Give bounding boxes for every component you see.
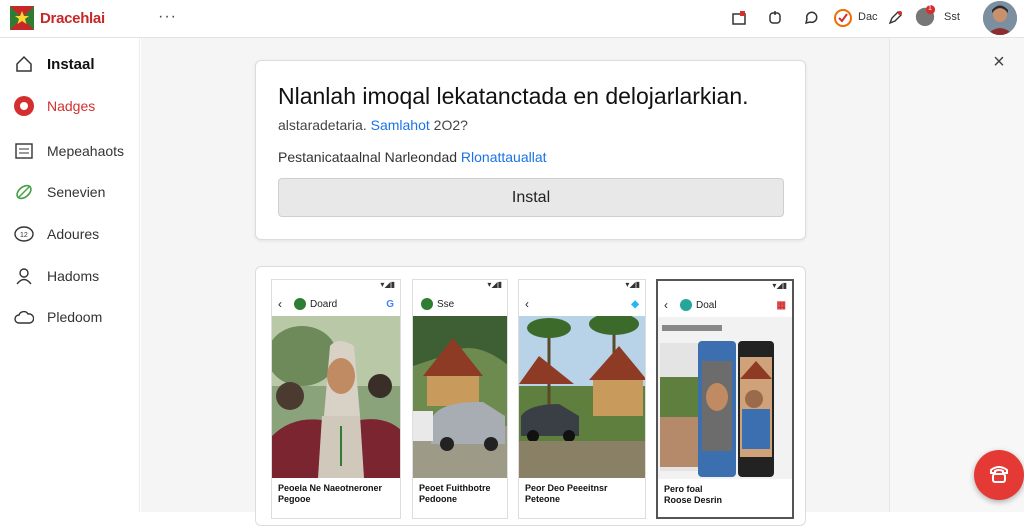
screen-app-name: Doal bbox=[696, 299, 717, 311]
caption-line-2: Pedoone bbox=[419, 494, 458, 504]
subtitle-suffix: 2O2? bbox=[433, 117, 468, 133]
developer-link[interactable]: Samlahot bbox=[371, 117, 430, 133]
chat-bubble-icon: 12 bbox=[13, 223, 35, 245]
sidebar-item-label: Adoures bbox=[47, 226, 100, 242]
sidebar-item-label: Instaal bbox=[47, 55, 95, 73]
notification-badge: 1 bbox=[928, 5, 932, 12]
share-icon[interactable] bbox=[764, 7, 786, 29]
screenshot-photo bbox=[272, 316, 400, 478]
install-card: Nlanlah imoqal lekatanctada en delojarla… bbox=[255, 60, 806, 240]
app-logo[interactable]: Dracehlai bbox=[10, 6, 105, 30]
sidebar-item-label: Senevien bbox=[47, 184, 106, 200]
screenshot-caption: Peoela Ne Naeotneroner Pegooe bbox=[278, 483, 382, 505]
menu-icon[interactable]: ▦ bbox=[777, 300, 786, 311]
status-bar: ▾◢▮ bbox=[487, 280, 502, 289]
status-bar: ▾◢▮ bbox=[625, 280, 640, 289]
app-badge-icon bbox=[680, 299, 692, 311]
notification-icon[interactable] bbox=[728, 7, 750, 29]
back-icon[interactable]: ‹ bbox=[278, 297, 282, 311]
screenshot-caption: Pero foal Roose Desrin bbox=[664, 484, 722, 506]
share-icon[interactable]: ◆ bbox=[631, 299, 639, 310]
app-description: Pestanicataalnal Narleondad Rlonattauall… bbox=[278, 149, 547, 165]
screenshot-caption: Peor Deo Peeeitnsr Peteone bbox=[525, 483, 608, 505]
status-bar: ▾◢▮ bbox=[772, 281, 787, 290]
google-icon: G bbox=[386, 298, 394, 310]
timer-icon[interactable] bbox=[832, 7, 854, 29]
call-fab-button[interactable] bbox=[974, 450, 1024, 500]
record-icon bbox=[13, 95, 35, 117]
top-bar: Dracehlai ··· Dac 1 Sst bbox=[0, 0, 1024, 38]
logo-mark-icon bbox=[10, 6, 34, 30]
subtitle-prefix: alstaradetaria. bbox=[278, 117, 367, 133]
svg-text:12: 12 bbox=[20, 232, 28, 239]
caption-line-2: Pegooe bbox=[278, 494, 311, 504]
app-subtitle: alstaradetaria. Samlahot 2O2? bbox=[278, 117, 468, 133]
screen-app-name: Sse bbox=[437, 298, 455, 310]
desc-prefix: Pestanicataalnal Narleondad bbox=[278, 149, 458, 165]
caption-line-1: Peoet Fuithbotre bbox=[419, 483, 491, 493]
app-badge-icon bbox=[294, 298, 306, 310]
screen-app-name: Doard bbox=[310, 298, 338, 310]
more-menu-icon[interactable]: ··· bbox=[158, 8, 177, 26]
app-header: ‹ Doal ▦ bbox=[658, 293, 792, 317]
timer-label: Dac bbox=[858, 11, 878, 23]
grid-icon bbox=[13, 140, 35, 162]
sidebar-item-pledoom[interactable]: Pledoom bbox=[0, 299, 140, 335]
person-icon bbox=[13, 265, 35, 287]
phone-icon bbox=[986, 460, 1012, 491]
app-header: ‹ ◆ bbox=[519, 292, 645, 316]
pen-icon[interactable] bbox=[884, 7, 906, 29]
app-badge-icon bbox=[421, 298, 433, 310]
screenshot-gallery: ▾◢▮ ‹ Doard G Peoela Ne Naeotneroner Peg… bbox=[255, 266, 806, 526]
screenshot-caption: Peoet Fuithbotre Pedoone bbox=[419, 483, 491, 505]
caption-line-1: Peoela Ne Naeotneroner bbox=[278, 483, 383, 493]
screenshot-photo bbox=[658, 317, 792, 479]
app-header: Sse bbox=[413, 292, 507, 316]
home-icon bbox=[13, 53, 35, 75]
app-header: ‹ Doard G bbox=[272, 292, 400, 316]
back-icon[interactable]: ‹ bbox=[664, 298, 668, 312]
back-icon[interactable]: ‹ bbox=[525, 297, 529, 311]
caption-line-2: Roose Desrin bbox=[664, 495, 723, 505]
cloud-icon bbox=[13, 306, 35, 328]
close-icon[interactable]: × bbox=[990, 52, 1008, 72]
sidebar-item-label: Pledoom bbox=[47, 309, 103, 325]
user-status-icon[interactable] bbox=[914, 5, 936, 27]
sidebar-item-mepeahaots[interactable]: Mepeahaots bbox=[0, 133, 140, 169]
screenshot-4[interactable]: ▾◢▮ ‹ Doal ▦ Pero foal Roose Desrin bbox=[656, 279, 794, 519]
caption-line-1: Peor Deo Peeeitnsr bbox=[525, 483, 608, 493]
screenshot-photo bbox=[413, 316, 507, 478]
page-title: Nlanlah imoqal lekatanctada en delojarla… bbox=[278, 83, 749, 109]
status-label: Sst bbox=[944, 11, 960, 23]
caption-line-1: Pero foal bbox=[664, 484, 703, 494]
screenshot-photo bbox=[519, 316, 645, 478]
screenshot-1[interactable]: ▾◢▮ ‹ Doard G Peoela Ne Naeotneroner Peg… bbox=[271, 279, 401, 519]
sidebar-item-adoures[interactable]: 12 Adoures bbox=[0, 216, 140, 252]
screenshot-2[interactable]: ▾◢▮ Sse Peoet Fuithbotre Pedoone bbox=[412, 279, 508, 519]
avatar[interactable] bbox=[983, 1, 1017, 35]
status-bar: ▾◢▮ bbox=[380, 280, 395, 289]
sidebar-item-install[interactable]: Instaal bbox=[0, 46, 140, 82]
right-panel bbox=[889, 38, 1024, 512]
sidebar-item-senevien[interactable]: Senevien bbox=[0, 174, 140, 210]
sidebar: Instaal Nadges Mepeahaots Senevien 12 Ad… bbox=[0, 38, 140, 512]
install-button[interactable]: Instal bbox=[278, 178, 784, 217]
app-title: Dracehlai bbox=[40, 9, 105, 27]
leaf-icon bbox=[13, 181, 35, 203]
sidebar-item-label: Nadges bbox=[47, 98, 96, 114]
chat-icon[interactable] bbox=[800, 7, 822, 29]
sidebar-item-hadoms[interactable]: Hadoms bbox=[0, 258, 140, 294]
desc-link[interactable]: Rlonattauallat bbox=[461, 149, 547, 165]
sidebar-item-nadges[interactable]: Nadges bbox=[0, 88, 140, 124]
sidebar-item-label: Hadoms bbox=[47, 268, 100, 284]
screenshot-3[interactable]: ▾◢▮ ‹ ◆ Peor Deo Peeeitnsr Peteone bbox=[518, 279, 646, 519]
sidebar-item-label: Mepeahaots bbox=[47, 143, 125, 159]
caption-line-2: Peteone bbox=[525, 494, 561, 504]
